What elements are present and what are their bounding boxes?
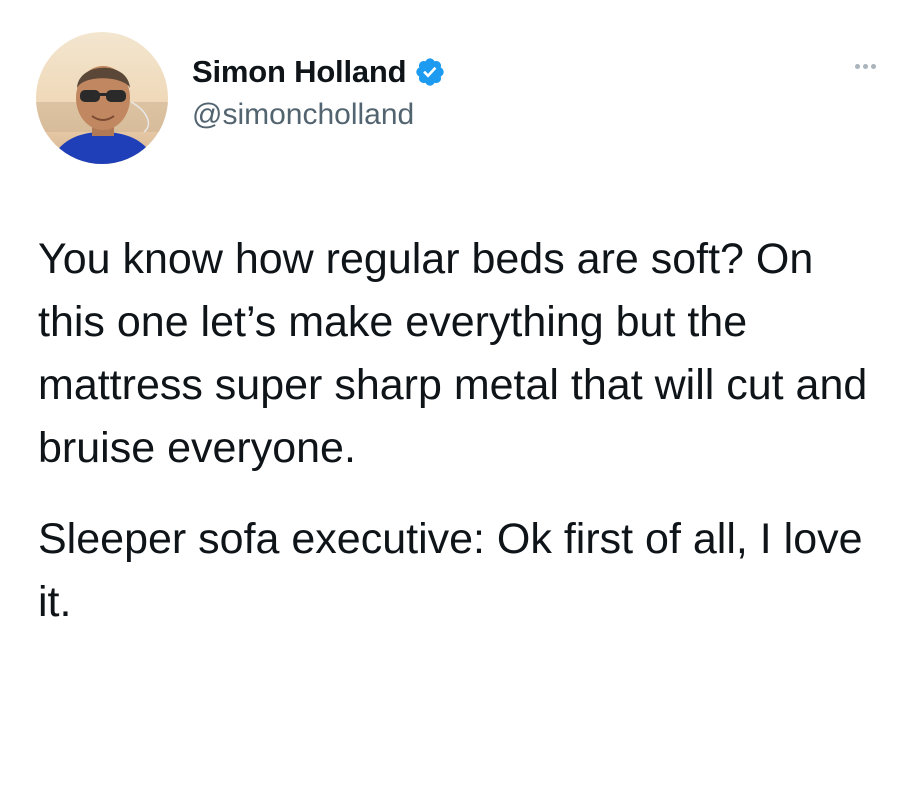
- verified-badge-icon: [414, 56, 446, 88]
- tweet-text: You know how regular beds are soft? On t…: [38, 228, 878, 634]
- more-options-button[interactable]: [855, 64, 876, 69]
- author-handle[interactable]: @simoncholland: [192, 98, 446, 132]
- author-info: Simon Holland @simoncholland: [192, 52, 446, 132]
- tweet-paragraph: Sleeper sofa executive: Ok first of all,…: [38, 515, 863, 626]
- ellipsis-icon: [871, 64, 876, 69]
- author-display-name[interactable]: Simon Holland: [192, 54, 407, 90]
- author-avatar[interactable]: [36, 32, 168, 164]
- author-name-row: Simon Holland: [192, 52, 446, 92]
- avatar-photo-icon: [36, 32, 168, 164]
- tweet-card: Simon Holland @simoncholland You know ho…: [0, 0, 906, 798]
- tweet-paragraph: You know how regular beds are soft? On t…: [38, 235, 868, 472]
- ellipsis-icon: [855, 64, 860, 69]
- ellipsis-icon: [863, 64, 868, 69]
